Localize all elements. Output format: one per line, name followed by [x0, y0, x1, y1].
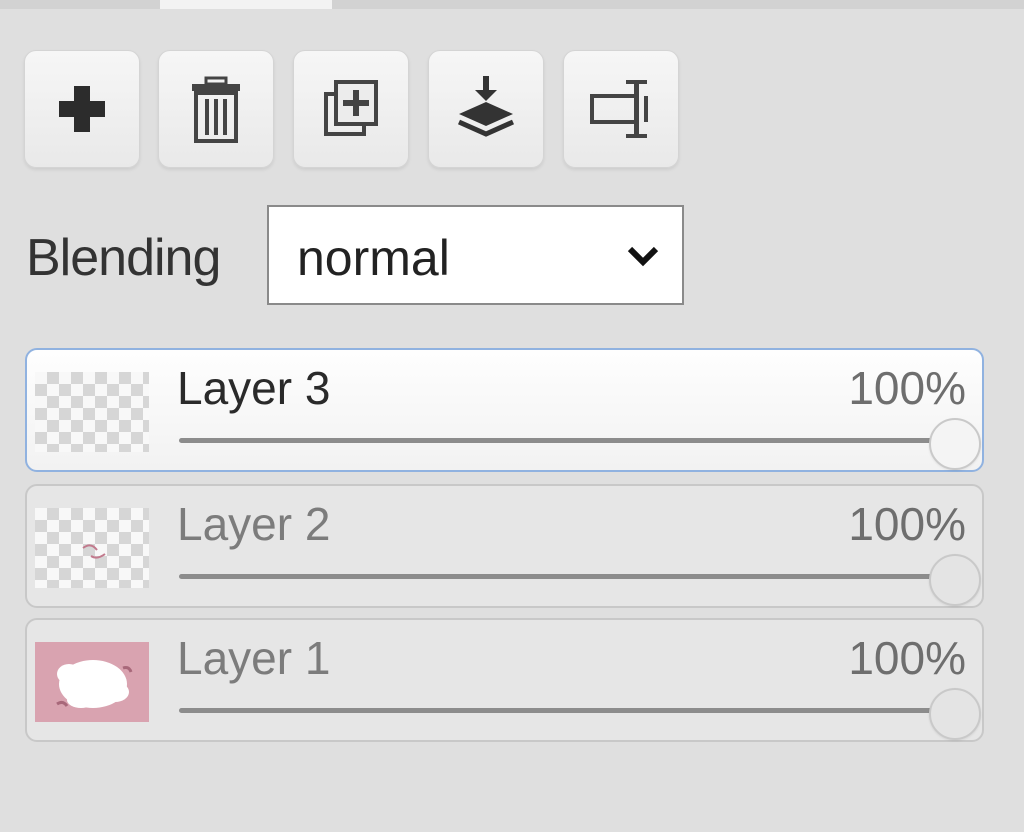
chevron-down-icon	[627, 246, 659, 267]
layer-opacity-slider[interactable]	[179, 554, 981, 606]
layer-thumbnail	[35, 508, 149, 588]
layer-item-1[interactable]: Layer 1 100%	[25, 618, 984, 742]
plus-icon	[59, 86, 105, 132]
layer-item-3[interactable]: Layer 3 100%	[25, 348, 984, 472]
slider-handle[interactable]	[929, 418, 981, 470]
layer-thumbnail-art	[56, 660, 133, 708]
delete-layer-button[interactable]	[158, 50, 274, 168]
top-tab-strip	[0, 0, 1024, 9]
layer-thumbnail	[35, 642, 149, 722]
merge-down-button[interactable]	[428, 50, 544, 168]
rename-icon	[590, 80, 648, 138]
trash-icon	[192, 76, 240, 143]
slider-track	[179, 438, 969, 443]
layer-opacity-slider[interactable]	[179, 418, 981, 470]
duplicate-icon	[324, 80, 378, 136]
active-tab-indicator[interactable]	[160, 0, 332, 9]
slider-track	[179, 708, 969, 713]
slider-handle[interactable]	[929, 688, 981, 740]
blending-label: Blending	[26, 229, 221, 287]
blending-mode-value: normal	[297, 230, 450, 286]
merge-down-icon	[457, 76, 515, 137]
layer-opacity-slider[interactable]	[179, 688, 981, 740]
layer-name: Layer 3	[177, 362, 331, 414]
layer-thumbnail	[35, 372, 149, 452]
slider-handle[interactable]	[929, 554, 981, 606]
layer-name: Layer 1	[177, 632, 331, 684]
layer-name: Layer 2	[177, 498, 331, 550]
layer-item-2[interactable]: Layer 2 100%	[25, 484, 984, 608]
duplicate-layer-button[interactable]	[293, 50, 409, 168]
rename-layer-button[interactable]	[563, 50, 679, 168]
layer-opacity-value: 100%	[848, 632, 966, 684]
layer-opacity-value: 100%	[848, 498, 966, 550]
slider-track	[179, 574, 969, 579]
blending-mode-select[interactable]: normal	[267, 205, 684, 305]
layer-opacity-value: 100%	[848, 362, 966, 414]
layer-thumbnail-art	[82, 544, 106, 559]
add-layer-button[interactable]	[24, 50, 140, 168]
